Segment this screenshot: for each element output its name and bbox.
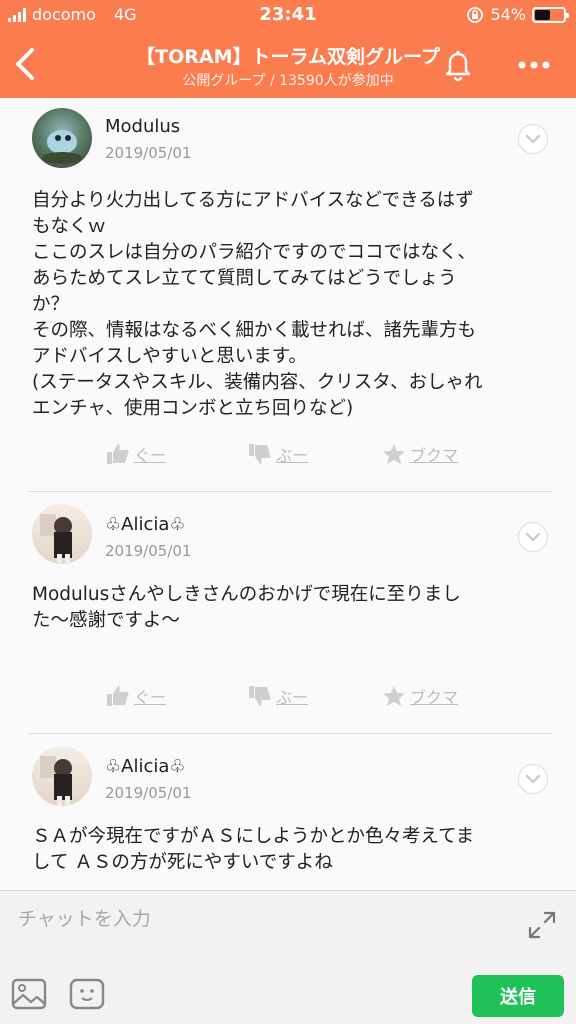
comment-actions: ぐー ぶー ブクマ bbox=[28, 684, 552, 724]
like-label: ぐー bbox=[134, 446, 167, 465]
status-bar: docomo 4G 23:41 54% bbox=[0, 0, 576, 30]
avatar[interactable] bbox=[32, 504, 92, 564]
comment-feed[interactable]: Modulus 2019/05/01 自分より火力出してる方にアドバイスなどでき… bbox=[0, 98, 576, 890]
avatar[interactable] bbox=[32, 108, 92, 168]
thumbs-up-icon bbox=[107, 686, 129, 706]
comment-item: Modulus 2019/05/01 自分より火力出してる方にアドバイスなどでき… bbox=[28, 98, 552, 492]
comment-username[interactable]: ♧Alicia♧ bbox=[105, 514, 186, 535]
chevron-down-icon bbox=[525, 774, 541, 784]
thumbs-up-icon bbox=[107, 444, 129, 464]
bookmark-button[interactable]: ブクマ bbox=[382, 442, 458, 466]
send-button[interactable]: 送信 bbox=[472, 975, 564, 1017]
avatar-image bbox=[40, 514, 72, 564]
like-button[interactable]: ぐー bbox=[106, 442, 166, 466]
more-dots-icon bbox=[518, 61, 550, 69]
expand-icon bbox=[528, 911, 556, 939]
dislike-button[interactable]: ぶー bbox=[248, 684, 308, 708]
chat-composer: 送信 bbox=[0, 890, 576, 1024]
notification-button[interactable] bbox=[438, 44, 478, 84]
expand-button[interactable] bbox=[526, 909, 558, 941]
image-attach-button[interactable] bbox=[10, 977, 48, 1011]
group-title: 【TORAM】トーラム双剣グループ bbox=[136, 46, 440, 68]
comment-username[interactable]: Modulus bbox=[105, 116, 180, 137]
chevron-down-icon bbox=[525, 134, 541, 144]
sticker-button[interactable] bbox=[68, 977, 106, 1011]
comment-menu-button[interactable] bbox=[518, 522, 548, 552]
dislike-label: ぶー bbox=[276, 446, 309, 465]
chevron-down-icon bbox=[525, 532, 541, 542]
orientation-lock-icon bbox=[467, 6, 484, 23]
star-icon bbox=[383, 444, 405, 464]
dislike-label: ぶー bbox=[276, 688, 309, 707]
like-button[interactable]: ぐー bbox=[106, 684, 166, 708]
avatar-image bbox=[42, 130, 82, 164]
bookmark-label: ブクマ bbox=[410, 688, 459, 707]
comment-item: ♧Alicia♧ 2019/05/01 Modulusさんやしきさんのおかげで現… bbox=[28, 492, 552, 734]
bookmark-button[interactable]: ブクマ bbox=[382, 684, 458, 708]
battery-percent: 54% bbox=[490, 5, 526, 24]
image-icon bbox=[11, 978, 47, 1010]
comment-actions: ぐー ぶー ブクマ bbox=[28, 442, 552, 482]
like-label: ぐー bbox=[134, 688, 167, 707]
thumbs-down-icon bbox=[249, 686, 271, 706]
avatar[interactable] bbox=[32, 746, 92, 806]
comment-date: 2019/05/01 bbox=[105, 784, 192, 802]
bookmark-label: ブクマ bbox=[410, 446, 459, 465]
comment-date: 2019/05/01 bbox=[105, 144, 192, 162]
comment-body: 自分より火力出してる方にアドバイスなどできるはず もなくｗ ここのスレは自分のパ… bbox=[32, 190, 483, 419]
group-subtitle: 公開グループ / 13590人が参加中 bbox=[182, 73, 394, 89]
sticker-icon bbox=[69, 978, 105, 1010]
avatar-image bbox=[40, 756, 72, 806]
comment-username[interactable]: ♧Alicia♧ bbox=[105, 756, 186, 777]
chat-input[interactable] bbox=[0, 891, 500, 947]
group-header: 【TORAM】トーラム双剣グループ 公開グループ / 13590人が参加中 bbox=[0, 30, 576, 98]
battery-icon bbox=[532, 6, 569, 23]
star-icon bbox=[383, 686, 405, 706]
comment-body: ＳＡが今現在ですがＡＳにしようかとか色々考えてま して ＡＳの方が死にやすいです… bbox=[32, 826, 475, 873]
more-options-button[interactable] bbox=[512, 50, 556, 80]
dislike-button[interactable]: ぶー bbox=[248, 442, 308, 466]
comment-menu-button[interactable] bbox=[518, 764, 548, 794]
comment-item: ♧Alicia♧ 2019/05/01 ＳＡが今現在ですがＡＳにしようかとか色々… bbox=[28, 734, 552, 890]
comment-menu-button[interactable] bbox=[518, 124, 548, 154]
comment-body: Modulusさんやしきさんのおかげで現在に至りまし た〜感謝ですよ〜 bbox=[32, 584, 461, 631]
thumbs-down-icon bbox=[249, 444, 271, 464]
bell-icon bbox=[445, 50, 471, 82]
comment-date: 2019/05/01 bbox=[105, 542, 192, 560]
